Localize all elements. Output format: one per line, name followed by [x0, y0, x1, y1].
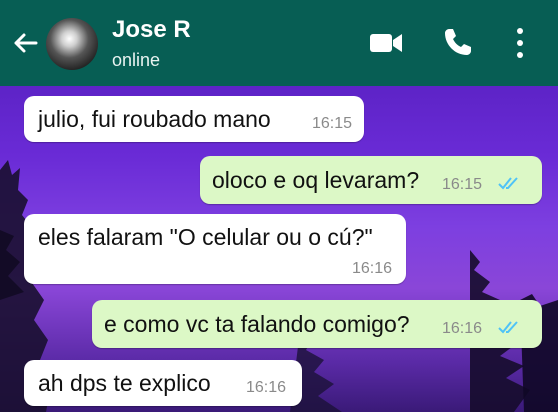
message-time: 16:16 [442, 320, 483, 337]
read-receipt-icon [498, 177, 518, 190]
message-text: e como vc ta falando comigo? [104, 311, 410, 337]
message-time: 16:15 [442, 176, 483, 193]
message-text: oloco e oq levaram? [212, 167, 420, 193]
back-arrow-icon[interactable] [10, 28, 40, 58]
more-options-icon[interactable] [510, 26, 530, 60]
read-receipt-icon [498, 321, 518, 334]
message-incoming[interactable]: julio, fui roubado mano 16:15 [24, 96, 364, 142]
message-incoming[interactable]: ah dps te explico 16:16 [24, 360, 302, 406]
message-outgoing[interactable]: oloco e oq levaram? 16:15 [200, 156, 542, 204]
message-time: 16:15 [312, 115, 353, 132]
message-incoming[interactable]: eles falaram "O celular ou o cú?" 16:16 [24, 214, 406, 284]
chat-header: Jose R online [0, 0, 558, 86]
avatar[interactable] [46, 18, 98, 70]
message-text: ah dps te explico [38, 370, 211, 396]
message-text: eles falaram "O celular ou o cú?" [38, 224, 373, 250]
video-call-icon[interactable] [369, 31, 403, 55]
message-outgoing[interactable]: e como vc ta falando comigo? 16:16 [92, 300, 542, 348]
contact-status: online [112, 50, 161, 70]
message-time: 16:16 [246, 379, 287, 396]
contact-name[interactable]: Jose R [112, 16, 191, 44]
phone-icon[interactable] [442, 26, 474, 58]
message-time: 16:16 [352, 260, 393, 277]
message-text: julio, fui roubado mano [38, 106, 271, 132]
